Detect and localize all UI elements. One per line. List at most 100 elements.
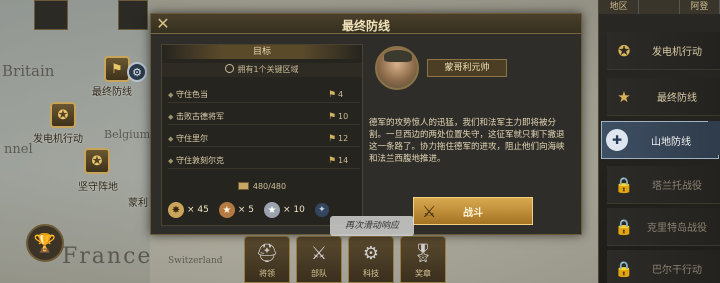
nav-label: 部队 xyxy=(311,269,327,278)
lock-icon: 🔒 xyxy=(614,217,634,236)
greece-flag-icon: ✚ xyxy=(606,129,628,151)
objective-name: 守住里尔 xyxy=(176,134,208,143)
general-cap-icon: ⛑ xyxy=(255,242,279,264)
sidebar-item-label: 发电机行动 xyxy=(652,47,702,58)
map-label-switzerland: Switzerland xyxy=(168,256,223,266)
medal-star-icon: ✸ xyxy=(168,202,184,218)
bullet-icon: ◆ xyxy=(168,134,174,143)
objective-name: 守住敦刻尔克 xyxy=(176,156,224,165)
tech-icon: ⚙ xyxy=(362,242,380,264)
lock-icon: 🔒 xyxy=(614,259,634,278)
sidebar-item-label: 巴尔干行动 xyxy=(652,265,702,276)
supply-crate-icon xyxy=(237,182,249,190)
flag-icon: ⚑ xyxy=(327,111,337,122)
objective-turns: 10 xyxy=(338,112,349,121)
crossed-swords-icon: ⚔ xyxy=(422,201,437,221)
nav-label: 将领 xyxy=(259,269,275,278)
target-icon xyxy=(225,64,235,73)
flag-icon: ⚑ xyxy=(111,61,123,77)
bullet-icon: ◆ xyxy=(168,90,174,99)
map-label-channel: nnel xyxy=(4,142,33,157)
power-station-marker[interactable]: ✪ xyxy=(50,102,76,128)
fight-button-label: 战斗 xyxy=(463,207,483,219)
nav-label: 科技 xyxy=(363,269,379,278)
nav-generals-button[interactable]: ⛑ 将领 xyxy=(244,236,290,283)
nav-troops-button[interactable]: ⚔ 部队 xyxy=(296,236,342,283)
map-label-belgium: Belgium xyxy=(104,128,151,141)
swipe-hint-tooltip: 再次滑动响应 xyxy=(330,216,414,236)
objective-turns: 14 xyxy=(338,156,349,165)
objective-turns: 12 xyxy=(338,134,349,143)
general-name: 蒙哥利元帅 xyxy=(427,59,507,77)
bullet-icon: ◆ xyxy=(168,156,174,165)
troops-icon: ⚔ xyxy=(310,242,328,264)
objective-row: ◆ 守住敦刻尔克 ⚑ 14 xyxy=(168,153,360,169)
medal-icon: ✪ xyxy=(57,107,69,123)
flag-icon: ⚑ xyxy=(327,133,337,144)
objective-row: ◆ 守住色当 ⚑ 4 xyxy=(168,87,360,103)
nav-medals-button[interactable]: 🎖 奖章 xyxy=(400,236,446,283)
dialog-header: ✕ 最终防线 xyxy=(151,14,581,34)
sidebar-expand-handle[interactable] xyxy=(708,121,720,155)
reward-value: × 45 xyxy=(187,205,209,215)
bullet-icon: ◆ xyxy=(168,112,174,121)
objective-name: 击败古德将军 xyxy=(176,112,224,121)
medal-icon: ✪ xyxy=(91,153,103,169)
sidebar-item-label: 克里特岛战役 xyxy=(647,223,707,234)
tab-ardennes[interactable]: 阿登 xyxy=(679,0,720,14)
emblem-icon: ✦ xyxy=(314,203,329,217)
reward-item: ★ × 5 xyxy=(218,202,254,218)
star-icon: ★ xyxy=(617,87,631,106)
tab-region[interactable]: 地区 xyxy=(599,0,640,14)
objectives-subtitle: 拥有1个关键区域 xyxy=(162,63,362,77)
gear-marker-icon[interactable]: ⚙ xyxy=(127,62,147,82)
tab-blank[interactable] xyxy=(639,0,680,14)
silver-medal-icon: ★ xyxy=(264,202,280,218)
objectives-panel: 目标 拥有1个关键区域 ◆ 守住色当 ⚑ 4 ◆ 击败古德将军 ⚑ 10 ◆ 守… xyxy=(161,44,363,226)
objective-row: ◆ 击败古德将军 ⚑ 10 xyxy=(168,109,360,125)
sidebar-item-label: 山地防线 xyxy=(651,136,691,148)
map-label-britain: Britain xyxy=(2,62,55,80)
top-left-badge[interactable] xyxy=(34,0,68,30)
general-portrait[interactable] xyxy=(375,46,419,90)
sidebar-item-taranto[interactable]: 🔒 塔兰托战役 xyxy=(607,166,720,204)
flag-icon: ⚑ xyxy=(327,89,337,100)
hold-position-marker[interactable]: ✪ xyxy=(84,148,110,174)
sidebar-item-mountain-defense[interactable]: ✚ 山地防线 xyxy=(601,121,719,159)
reward-value: × 10 xyxy=(283,205,305,215)
reward-item: ✸ × 45 xyxy=(168,202,209,218)
marker-label-final-defense: 最终防线 xyxy=(92,87,132,98)
top-badge-2[interactable] xyxy=(118,0,148,30)
objectives-subtitle-text: 拥有1个关键区域 xyxy=(237,65,299,74)
sidebar-item-balkans[interactable]: 🔒 巴尔干行动 xyxy=(607,250,720,283)
objective-name: 守住色当 xyxy=(176,90,208,99)
sidebar-item-final-defense[interactable]: ★ 最终防线 xyxy=(607,78,720,116)
supply-value: 480/480 xyxy=(252,182,287,191)
trophy-icon[interactable]: 🏆 xyxy=(26,224,64,262)
marker-label-partial: 蒙利 xyxy=(128,198,148,209)
bronze-medal-icon: ★ xyxy=(218,202,235,218)
reward-value: × 5 xyxy=(237,205,254,215)
mission-dialog: ✕ 最终防线 目标 拥有1个关键区域 ◆ 守住色当 ⚑ 4 ◆ 击败古德将军 ⚑… xyxy=(150,13,582,235)
final-defense-marker[interactable]: ⚑ xyxy=(104,56,130,82)
medal-icon: 🎖 xyxy=(411,242,435,264)
sidebar-item-power-station[interactable]: ✪ 发电机行动 xyxy=(607,32,720,70)
bottom-nav: ⛑ 将领 ⚔ 部队 ⚙ 科技 🎖 奖章 xyxy=(244,236,446,283)
objectives-header: 目标 xyxy=(162,45,362,59)
marker-label-power-station: 发电机行动 xyxy=(33,134,83,145)
fight-button[interactable]: ⚔ 战斗 xyxy=(413,197,533,225)
sidebar-tabs: 地区 阿登 xyxy=(599,0,720,14)
medal-icon: ✪ xyxy=(617,41,631,60)
nav-label: 奖章 xyxy=(415,269,431,278)
nav-tech-button[interactable]: ⚙ 科技 xyxy=(348,236,394,283)
flag-icon: ⚑ xyxy=(327,155,337,166)
marker-label-hold-position: 坚守阵地 xyxy=(78,182,118,193)
sidebar-item-label: 塔兰托战役 xyxy=(652,181,702,192)
objective-turns: 4 xyxy=(338,90,344,99)
sidebar-item-label: 最终防线 xyxy=(657,93,697,104)
campaign-sidebar: 地区 阿登 ✪ 发电机行动 ★ 最终防线 ✚ 山地防线 🔒 塔兰托战役 🔒 克里… xyxy=(598,0,720,283)
objective-row: ◆ 守住里尔 ⚑ 12 xyxy=(168,131,360,147)
supply-readout: 480/480 xyxy=(162,182,362,191)
sidebar-item-crete[interactable]: 🔒 克里特岛战役 xyxy=(607,208,720,246)
map-label-france: France xyxy=(62,244,153,269)
